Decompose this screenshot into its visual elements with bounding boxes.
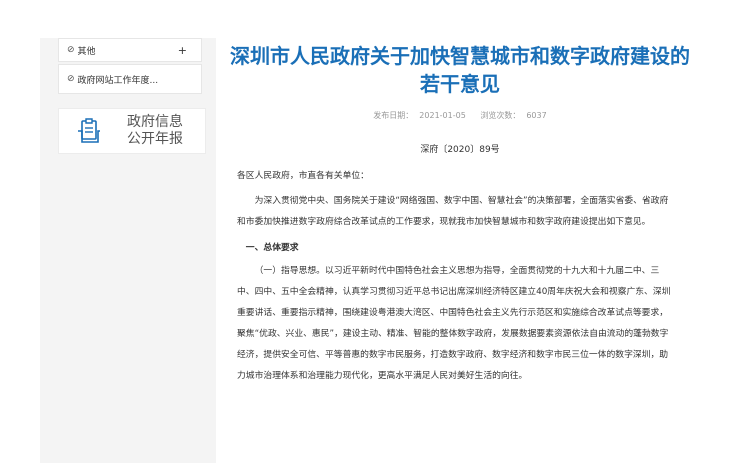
link-icon: ⊘	[67, 74, 75, 84]
article-meta: 发布日期： 2021-01-05 浏览次数： 6037	[225, 110, 695, 121]
gov-info-annual-report-link[interactable]: 政府信息 公开年报	[58, 108, 206, 154]
addressee: 各区人民政府，市直各有关单位：	[237, 171, 369, 181]
info-box-line1: 政府信息	[127, 114, 183, 130]
intro-paragraph: 为深入贯彻党中央、国务院关于建设“网络强国、数字中国、智慧社会”的决策部署，全面…	[237, 196, 669, 227]
document-icon	[59, 118, 119, 144]
sidebar-item-label: 政府网站工作年度...	[77, 75, 159, 86]
info-box-line2: 公开年报	[127, 131, 183, 147]
sidebar-background	[40, 38, 216, 463]
publish-date: 2021-01-05	[419, 111, 466, 120]
guiding-principle-paragraph: （一）指导思想。以习近平新时代中国特色社会主义思想为指导，全面贯彻党的十九大和十…	[237, 266, 671, 381]
views-label: 浏览次数：	[480, 111, 521, 120]
expand-plus-icon[interactable]: +	[178, 44, 187, 57]
article-body: 各区人民政府，市直各有关单位： 为深入贯彻党中央、国务院关于建设“网络强国、数字…	[237, 166, 675, 387]
sidebar-item-label: 其他	[77, 46, 96, 57]
article-title: 深圳市人民政府关于加快智慧城市和数字政府建设的若干意见	[230, 44, 690, 96]
publish-date-label: 发布日期：	[373, 111, 414, 120]
document-number: 深府〔2020〕89号	[420, 145, 500, 155]
sidebar-item-other[interactable]: ⊘ 其他 +	[58, 38, 202, 62]
link-icon: ⊘	[67, 45, 75, 55]
views-count: 6037	[526, 111, 547, 120]
section-heading: 一、总体要求	[245, 243, 299, 253]
sidebar-item-website-annual-report[interactable]: ⊘ 政府网站工作年度...	[58, 64, 202, 94]
